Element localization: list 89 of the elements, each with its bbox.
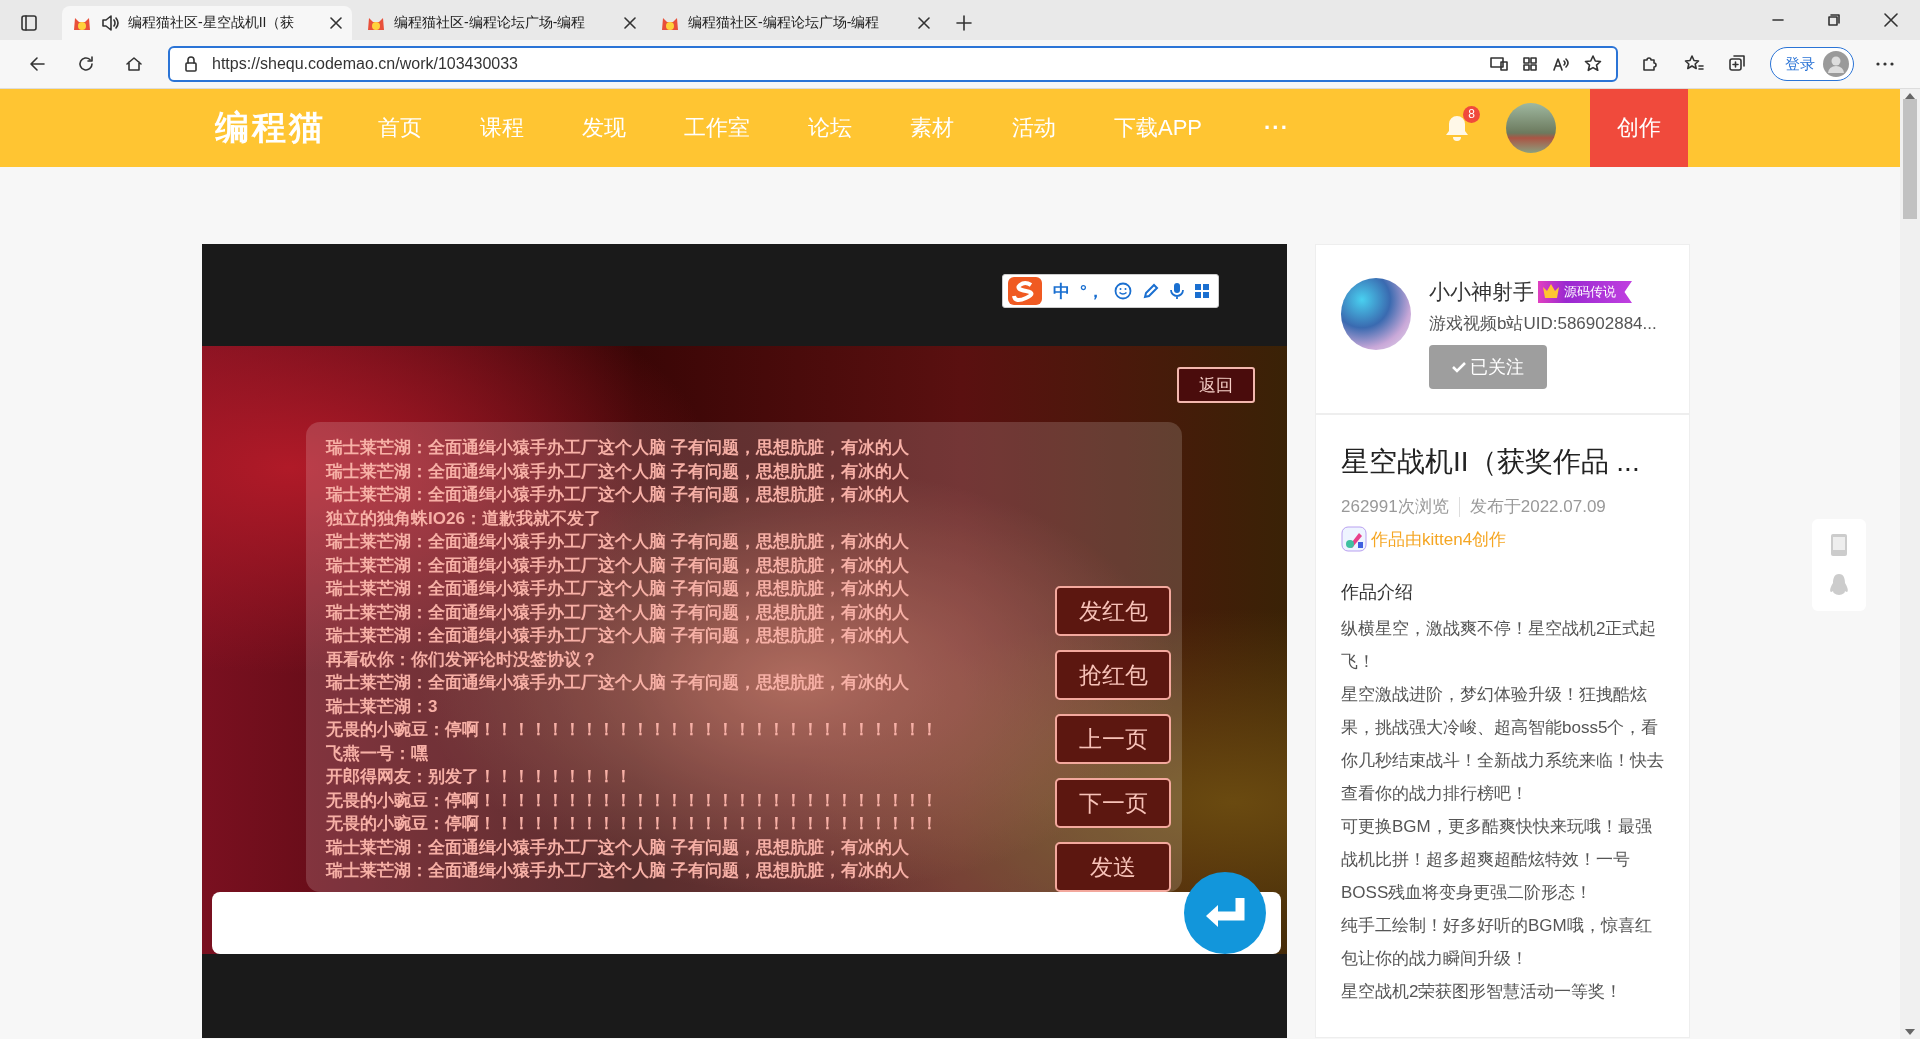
description-text: 可更换BGM，更多酷爽快快来玩哦！最强战机比拼！超多超爽超酷炫特效！一号BOSS残血将变身更强二阶形态！ — [1341, 816, 1653, 904]
close-icon[interactable] — [918, 17, 930, 29]
description-text: 纵横星空，激战爽不停！星空战机2正式起飞！ — [1341, 618, 1658, 673]
address-bar[interactable]: https://shequ.codemao.cn/work/103430033 — [168, 46, 1618, 82]
close-icon[interactable] — [624, 17, 636, 29]
apps-icon[interactable] — [1522, 56, 1538, 72]
kitten-app-icon — [1341, 526, 1367, 552]
s-logo-icon — [1007, 276, 1043, 306]
chat-message: 瑞士莱芒湖：全面通缉小猿手办工厂这个人脑 子有问题，思想肮脏，有冰的人 — [326, 836, 909, 859]
new-tab-icon[interactable] — [956, 15, 972, 31]
scrollbar[interactable] — [1900, 89, 1920, 1039]
microphone-icon[interactable] — [1169, 282, 1184, 300]
smiley-icon[interactable] — [1113, 282, 1132, 300]
description-text: 星空战机2荣获图形智慧活动一等奖！ — [1341, 981, 1624, 1003]
chat-message: 瑞士莱芒湖：全面通缉小猿手办工厂这个人脑 子有问题，思想肮脏，有冰的人 — [326, 531, 909, 553]
game-screen[interactable] — [202, 346, 1287, 954]
chat-message: 瑞士莱芒湖：全面通缉小猿手办工厂这个人脑 子有问题，思想肮脏，有冰的人 — [326, 578, 909, 600]
description-text: 果，挑战强大冷峻、超高智能boss5个，看你几秒结束战斗！全新战力系统来临！快去查看你的战力排行榜吧！ — [1341, 717, 1664, 805]
scrollbar-thumb[interactable] — [1903, 99, 1917, 219]
chat-message: 无畏的小豌豆：停啊！！！！！！！！！！！！！！！！！！！！！！！！！！！ — [326, 719, 938, 741]
description-text: 纯手工绘制！好多好听的BGM哦，惊喜红包让你的战力瞬间升级！ — [1341, 915, 1653, 970]
author-bio: 游戏视频b站UID:586902884... — [1429, 313, 1657, 335]
ime-option[interactable]: °， — [1080, 279, 1104, 303]
lock-icon — [184, 56, 198, 72]
collections-icon[interactable] — [1728, 54, 1748, 74]
check-icon — [1452, 361, 1466, 373]
browser-tab[interactable]: 编程猫社区-星空战机II（获 — [62, 6, 352, 40]
chat-message: 瑞士莱芒湖：全面通缉小猿手办工厂这个人脑 子有问题，思想肮脏，有冰的人 — [326, 484, 909, 506]
user-avatar[interactable] — [1506, 103, 1556, 153]
create-button[interactable]: 创作 — [1590, 89, 1688, 167]
home-icon[interactable] — [124, 54, 144, 74]
view-count: 262991次浏览 — [1341, 496, 1449, 518]
game-button[interactable]: 下一页 — [1055, 778, 1171, 828]
chat-message: 无畏的小豌豆：停啊！！！！！！！！！！！！！！！！！！！！！！！！！！！ — [326, 789, 938, 812]
author-name[interactable]: 小小神射手 — [1429, 278, 1534, 306]
bell-icon[interactable] — [1444, 114, 1470, 142]
star-plus-icon[interactable] — [1584, 55, 1602, 73]
sidebar-icon[interactable] — [20, 14, 38, 32]
grid-icon[interactable] — [1193, 283, 1210, 299]
back-icon[interactable] — [28, 54, 48, 74]
speaker-icon[interactable] — [100, 13, 120, 33]
chat-message: 再看砍你：你们发评论时没签协议？ — [326, 648, 598, 671]
game-button[interactable]: 发送 — [1055, 842, 1171, 892]
chat-message: 瑞士莱芒湖：全面通缉小猿手办工厂这个人脑 子有问题，思想肮脏，有冰的人 — [326, 601, 909, 624]
crown-icon — [1542, 283, 1560, 299]
refresh-icon[interactable] — [76, 54, 96, 74]
chat-message: 瑞士莱芒湖：全面通缉小猿手办工厂这个人脑 子有问题，思想肮脏，有冰的人 — [326, 554, 909, 577]
game-button[interactable]: 抢红包 — [1055, 650, 1171, 700]
work-title: 星空战机II（获奖作品 ... — [1341, 445, 1641, 479]
chat-message: 独立的独角蛛IO26：道歉我就不发了 — [326, 507, 601, 530]
tab-title: 编程猫社区-编程论坛广场-编程 — [394, 14, 587, 32]
notification-badge: 8 — [1463, 106, 1480, 123]
chat-message: 开郎得网友：别发了！！！！！！！！！ — [326, 766, 632, 788]
chat-message: 飞燕一号：嘿 — [326, 742, 428, 765]
maximize-icon[interactable] — [1828, 14, 1840, 26]
creator-tool: 作品由kitten4创作 — [1371, 528, 1507, 551]
close-icon[interactable] — [330, 17, 342, 29]
rank-badge: 源码传说 — [1538, 281, 1632, 303]
description-text: 星空激战进阶，梦幻体验升级！狂拽酷炫 — [1341, 684, 1648, 706]
tab-title: 编程猫社区-编程论坛广场-编程 — [688, 14, 881, 32]
read-aloud-icon[interactable] — [1552, 56, 1570, 72]
chat-input[interactable] — [212, 892, 1281, 954]
close-icon[interactable] — [1884, 13, 1898, 27]
chat-message: 无畏的小豌豆：停啊！！！！！！！！！！！！！！！！！！！！！！！！！！！ — [326, 813, 938, 835]
avatar-icon — [1823, 51, 1849, 77]
follow-button[interactable]: 已关注 — [1429, 345, 1547, 389]
tab-title: 编程猫社区-星空战机II（获 — [128, 14, 296, 32]
chat-message: 瑞士莱芒湖：全面通缉小猿手办工厂这个人脑 子有问题，思想肮脏，有冰的人 — [326, 460, 909, 483]
browser-tab[interactable]: 编程猫社区-编程论坛广场-编程 — [650, 6, 940, 40]
puzzle-icon[interactable] — [1640, 54, 1660, 74]
chat-message: 瑞士莱芒湖：3 — [326, 695, 438, 718]
chat-message: 瑞士莱芒湖：全面通缉小猿手办工厂这个人脑 子有问题，思想肮脏，有冰的人 — [326, 672, 909, 694]
back-button[interactable]: 返回 — [1177, 367, 1255, 403]
pen-icon[interactable] — [1141, 282, 1160, 300]
login-button[interactable]: 登录 — [1770, 47, 1854, 81]
more-icon[interactable] — [1876, 62, 1894, 66]
device-icon[interactable] — [1490, 56, 1508, 72]
scroll-down-icon[interactable] — [1905, 1029, 1915, 1035]
ime-option[interactable]: 中 — [1053, 279, 1070, 303]
section-heading: 作品介绍 — [1341, 581, 1414, 604]
chat-message: 瑞士莱芒湖：全面通缉小猿手办工厂这个人脑 子有问题，思想肮脏，有冰的人 — [326, 860, 909, 882]
game-button[interactable]: 发红包 — [1055, 586, 1171, 636]
game-button[interactable]: 上一页 — [1055, 714, 1171, 764]
chat-message: 瑞士莱芒湖：全面通缉小猿手办工厂这个人脑 子有问题，思想肮脏，有冰的人 — [326, 437, 909, 459]
publish-date: 发布于2022.07.09 — [1469, 496, 1606, 518]
input-method-toolbar[interactable]: 中 °， — [1002, 274, 1219, 308]
browser-tab[interactable]: 编程猫社区-编程论坛广场-编程 — [356, 6, 646, 40]
enter-icon[interactable] — [1184, 872, 1266, 954]
chat-message: 瑞士莱芒湖：全面通缉小猿手办工厂这个人脑 子有问题，思想肮脏，有冰的人 — [326, 625, 909, 647]
